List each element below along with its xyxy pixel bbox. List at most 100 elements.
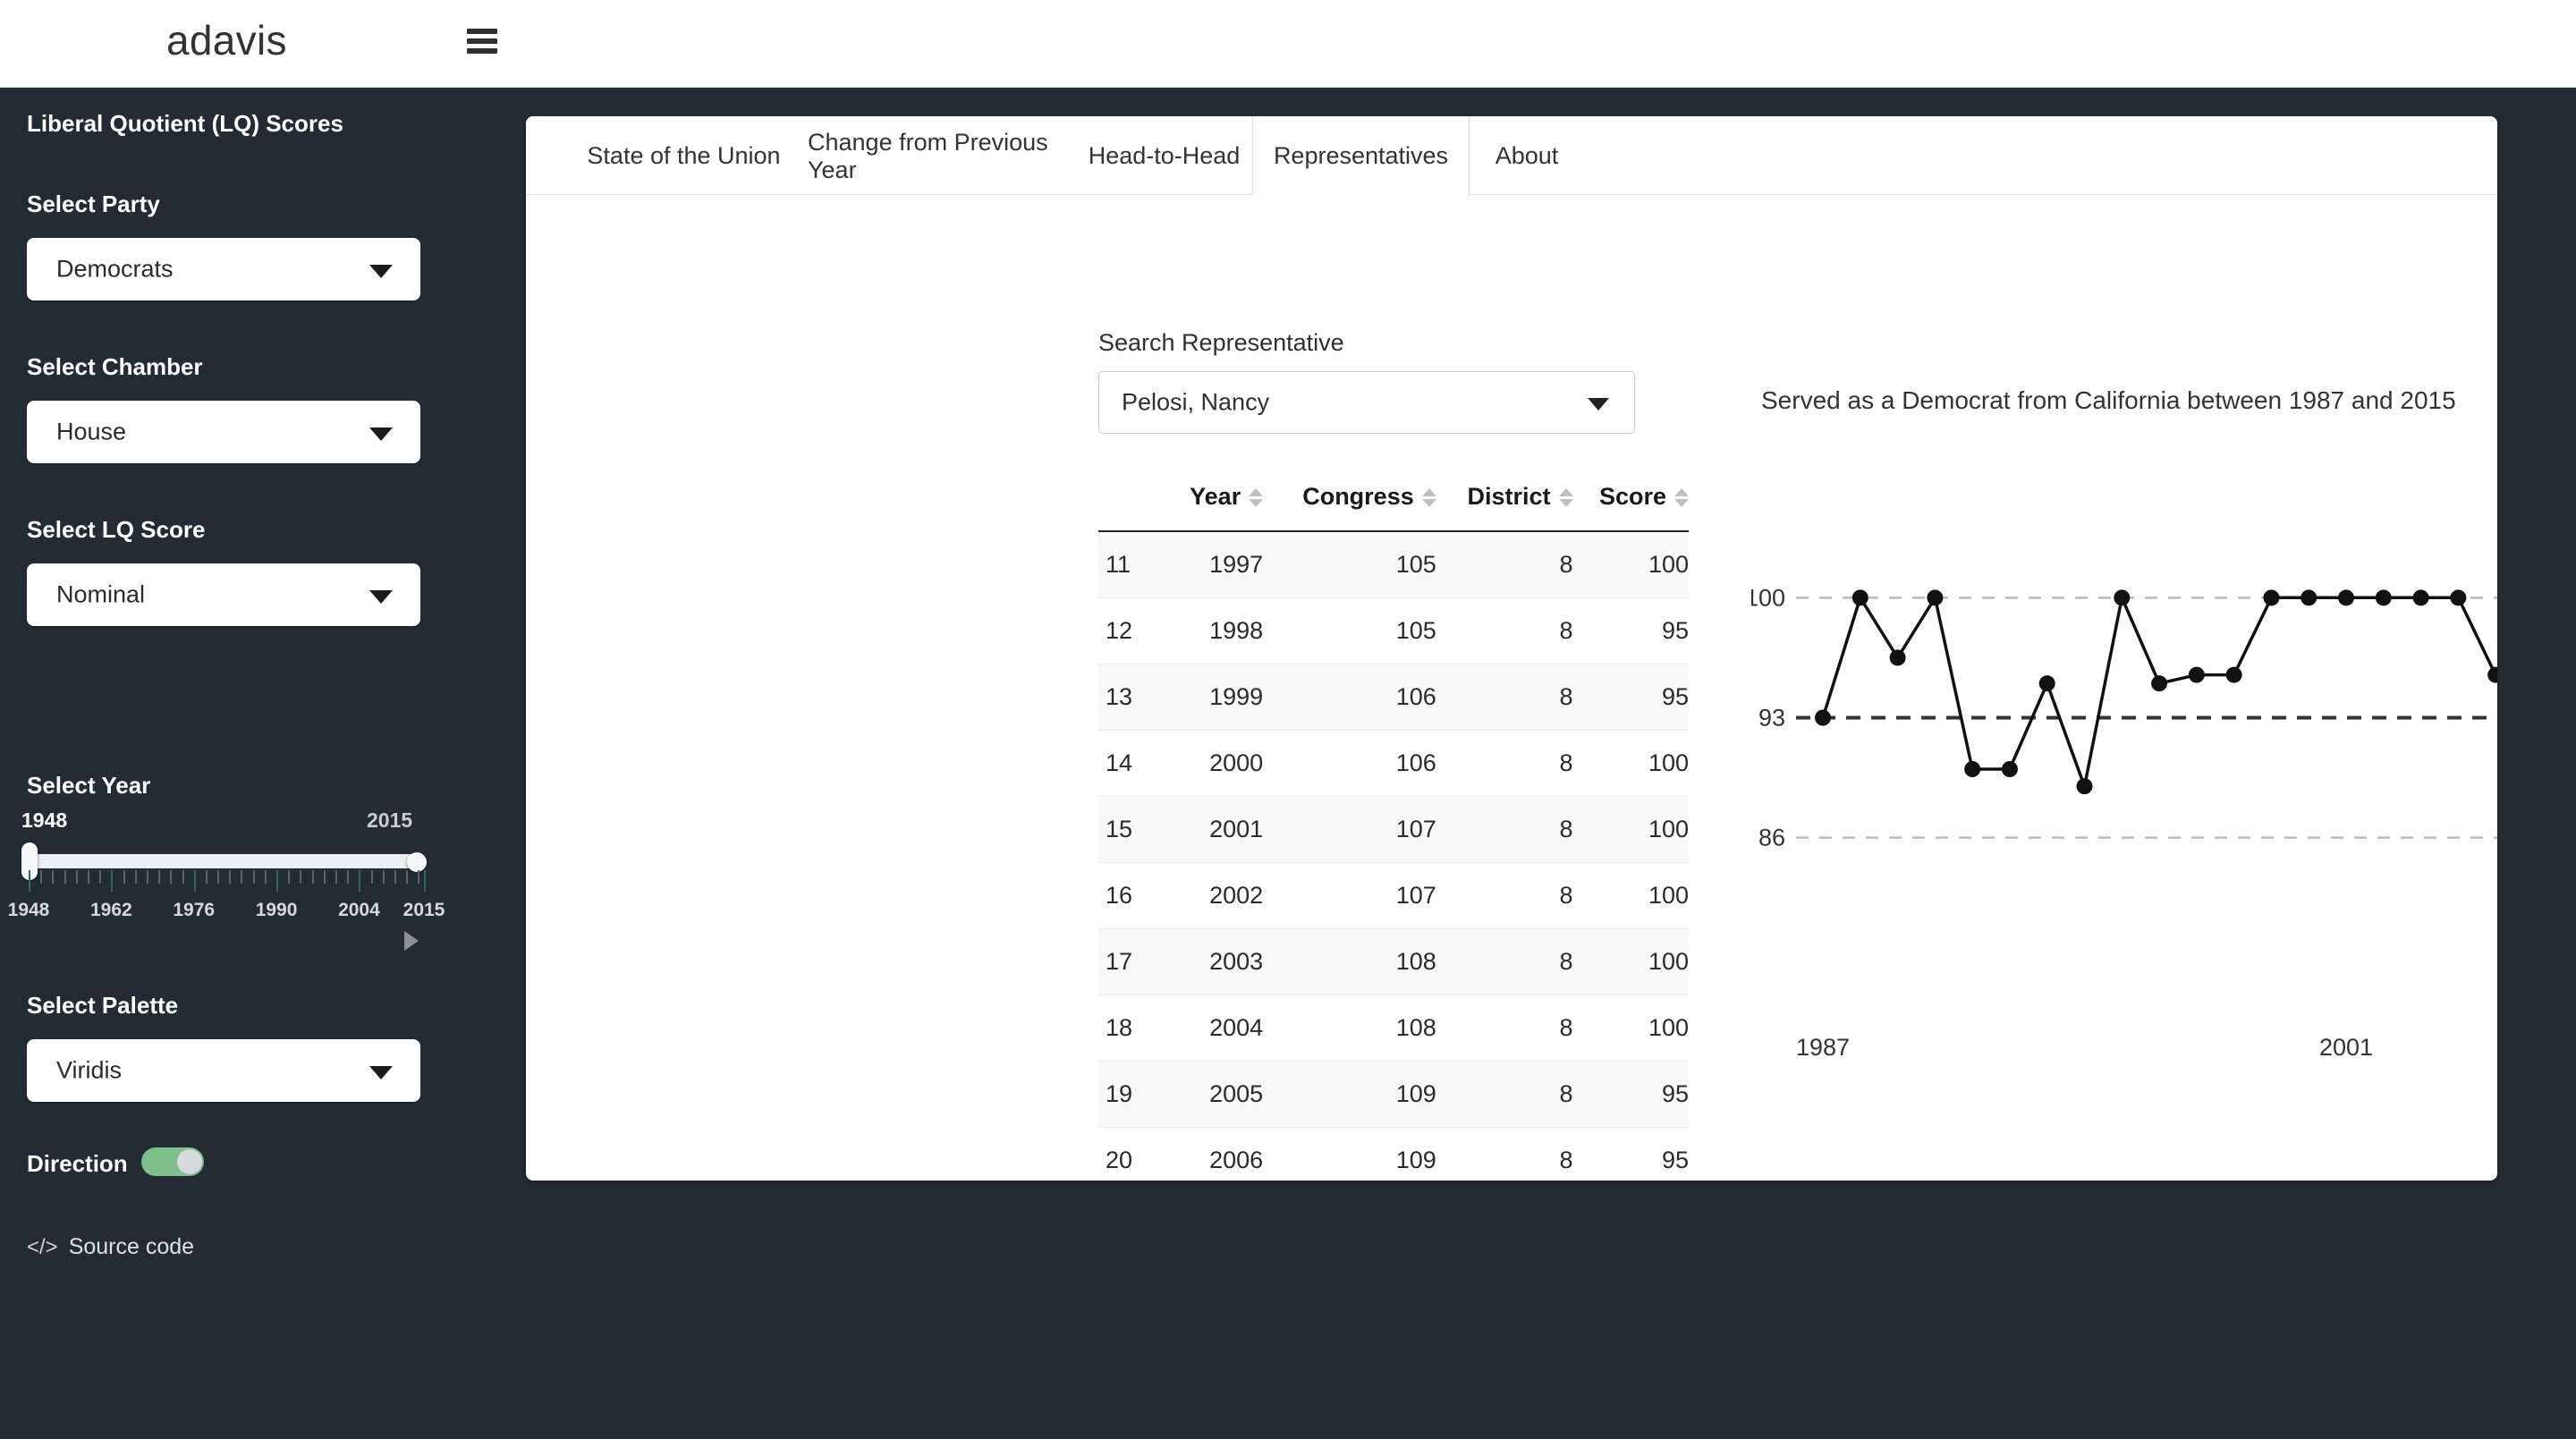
- select-palette-value: Viridis: [56, 1057, 122, 1085]
- representative-scores-table: YearCongressDistrictScore 11199710581001…: [1098, 472, 1689, 1181]
- chart-data-point[interactable]: [2413, 589, 2429, 605]
- table-row: 192005109895: [1098, 1062, 1689, 1128]
- year-slider-tick: [182, 870, 184, 884]
- table-cell: 16: [1098, 863, 1168, 929]
- chart-data-point[interactable]: [2039, 675, 2055, 691]
- year-slider[interactable]: 1948 2015 194819621976199020042015: [0, 767, 526, 946]
- chart-data-point[interactable]: [2376, 589, 2392, 605]
- table-cell: 1998: [1168, 598, 1263, 664]
- chart-data-point[interactable]: [2151, 675, 2167, 691]
- tab-about[interactable]: About: [1470, 116, 1584, 196]
- chart-data-point[interactable]: [2301, 589, 2317, 605]
- chart-data-point[interactable]: [2189, 667, 2205, 683]
- sort-icon: [1422, 488, 1436, 507]
- year-slider-handle-right[interactable]: [407, 852, 427, 872]
- x-axis-tick-label: 2001: [2319, 1034, 2373, 1061]
- year-slider-tick: [29, 870, 30, 892]
- chart-data-point[interactable]: [1815, 710, 1831, 726]
- chart-data-point[interactable]: [1890, 649, 1906, 665]
- chart-caption: Served as a Democrat from California bet…: [1761, 386, 2456, 415]
- year-slider-tick: [276, 870, 278, 892]
- select-party-dropdown[interactable]: Democrats: [27, 238, 420, 300]
- source-code-link[interactable]: </>Source code: [27, 1234, 194, 1260]
- select-palette-label: Select Palette: [27, 992, 178, 1020]
- table-header-year[interactable]: Year: [1168, 472, 1263, 531]
- chart-data-point[interactable]: [2450, 589, 2466, 605]
- table-cell: 11: [1098, 531, 1168, 598]
- tab-bar: State of the UnionChange from Previous Y…: [526, 116, 2497, 195]
- year-slider-tick: [99, 870, 101, 884]
- select-lq-score-value: Nominal: [56, 581, 145, 609]
- year-slider-tick: [241, 870, 242, 884]
- direction-toggle[interactable]: [141, 1147, 204, 1176]
- table-cell: 8: [1436, 598, 1573, 664]
- search-representative-input[interactable]: Pelosi, Nancy: [1098, 371, 1635, 434]
- chart-data-point[interactable]: [1852, 589, 1868, 605]
- chevron-down-icon: [369, 1066, 393, 1079]
- y-axis-tick-label: 86: [1758, 825, 1785, 851]
- search-representative-label: Search Representative: [1098, 329, 1344, 357]
- chart-data-point[interactable]: [1927, 589, 1943, 605]
- year-slider-tick: [383, 870, 385, 884]
- table-cell: 105: [1263, 531, 1436, 598]
- table-header-district[interactable]: District: [1436, 472, 1573, 531]
- table-row: 121998105895: [1098, 598, 1689, 664]
- year-slider-tick: [394, 870, 396, 884]
- table-cell: 107: [1263, 797, 1436, 863]
- tab-change-from-previous-year[interactable]: Change from Previous Year: [808, 116, 1076, 196]
- table-cell: 2004: [1168, 995, 1263, 1062]
- table-cell: 14: [1098, 731, 1168, 797]
- select-chamber-dropdown[interactable]: House: [27, 401, 420, 463]
- chart-data-point[interactable]: [2226, 667, 2242, 683]
- table-row: 1520011078100: [1098, 797, 1689, 863]
- year-slider-tick: [265, 870, 267, 884]
- tab-representatives[interactable]: Representatives: [1252, 116, 1470, 196]
- app-brand[interactable]: adavis: [166, 16, 287, 64]
- table-cell: 109: [1263, 1062, 1436, 1128]
- select-lq-score-label: Select LQ Score: [27, 516, 205, 544]
- year-slider-tick: [335, 870, 337, 884]
- table-cell: 8: [1436, 797, 1573, 863]
- chart-data-point[interactable]: [2487, 667, 2497, 683]
- chart-data-point[interactable]: [2114, 589, 2130, 605]
- table-cell: 105: [1263, 598, 1436, 664]
- chart-data-point[interactable]: [2338, 589, 2354, 605]
- year-slider-track[interactable]: [29, 854, 424, 868]
- x-axis-tick-label: 1987: [1796, 1034, 1850, 1061]
- chart-data-point[interactable]: [1964, 761, 1980, 777]
- table-cell: 2002: [1168, 863, 1263, 929]
- table-cell: 8: [1436, 731, 1573, 797]
- table-row: 1820041088100: [1098, 995, 1689, 1062]
- table-cell: 100: [1573, 797, 1690, 863]
- chart-data-point[interactable]: [2002, 761, 2018, 777]
- table-cell: 2006: [1168, 1128, 1263, 1181]
- year-slider-tick: [76, 870, 78, 884]
- hamburger-bar: [467, 48, 497, 54]
- table-cell: 95: [1573, 664, 1690, 731]
- tab-head-to-head[interactable]: Head-to-Head: [1076, 116, 1252, 196]
- year-slider-tick: [229, 870, 231, 884]
- chart-data-point[interactable]: [2263, 589, 2279, 605]
- main-panel: State of the UnionChange from Previous Y…: [526, 116, 2497, 1181]
- table-cell: 2000: [1168, 731, 1263, 797]
- year-slider-tick: [324, 870, 326, 884]
- select-palette-dropdown[interactable]: Viridis: [27, 1039, 420, 1102]
- chevron-down-icon: [369, 427, 393, 441]
- hamburger-bar: [467, 38, 497, 44]
- year-slider-tick: [406, 870, 408, 884]
- play-icon[interactable]: [404, 931, 419, 951]
- chart-line: [1823, 597, 2497, 923]
- hamburger-bar: [467, 29, 497, 34]
- tab-state-of-the-union[interactable]: State of the Union: [560, 116, 808, 196]
- table-header-score[interactable]: Score: [1573, 472, 1690, 531]
- sidebar-controls: Liberal Quotient (LQ) Scores Select Part…: [0, 88, 526, 1439]
- hamburger-icon[interactable]: [467, 29, 497, 54]
- year-slider-tick-label: 1962: [90, 900, 132, 921]
- select-lq-score-dropdown[interactable]: Nominal: [27, 563, 420, 626]
- table-cell: 100: [1573, 995, 1690, 1062]
- search-representative-value: Pelosi, Nancy: [1122, 389, 1269, 417]
- table-header-congress[interactable]: Congress: [1263, 472, 1436, 531]
- chart-data-point[interactable]: [2077, 778, 2093, 794]
- table-row: 202006109895: [1098, 1128, 1689, 1181]
- chart-svg: σμσ1009386198720012015: [1751, 474, 2497, 1154]
